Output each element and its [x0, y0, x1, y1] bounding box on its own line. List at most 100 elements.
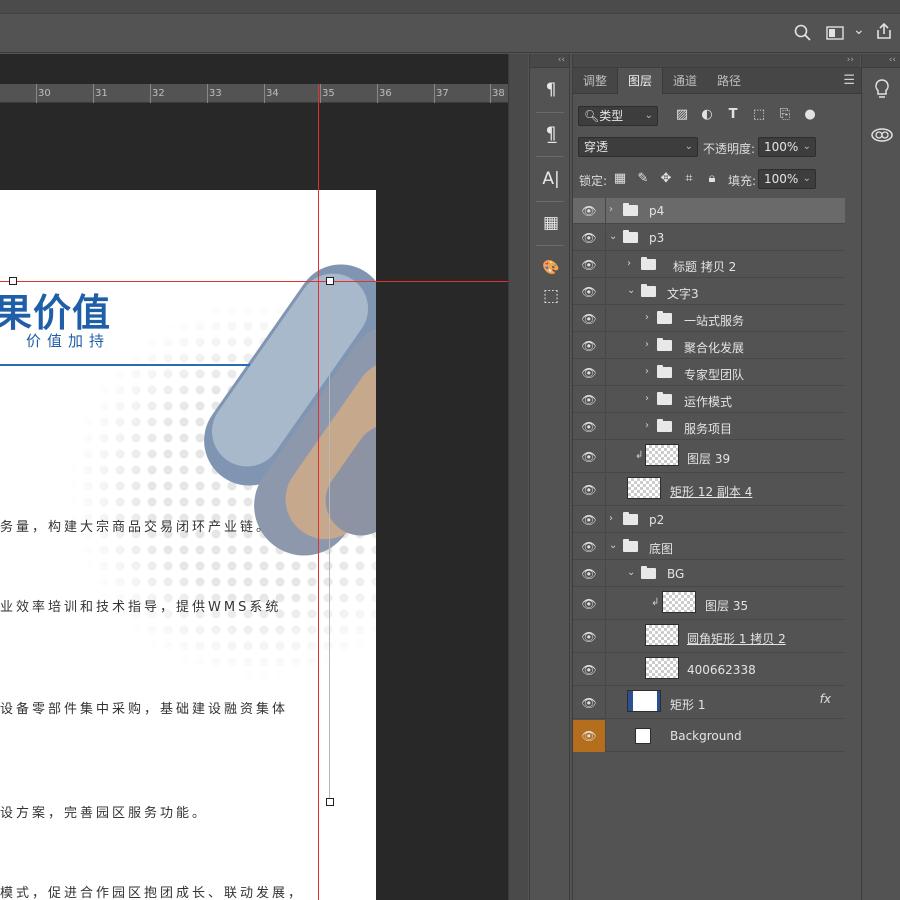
transform-bounding-box[interactable]	[12, 281, 330, 802]
tab-channels[interactable]: 通道	[663, 68, 707, 94]
ruler-tick: 38	[492, 88, 505, 99]
opacity-input[interactable]: 100% ⌄	[758, 137, 816, 157]
layer-row[interactable]: 👁︎ 400662338	[573, 654, 845, 686]
share-icon[interactable]	[875, 22, 893, 43]
paragraph-icon[interactable]: ¶	[538, 78, 564, 102]
visibility-eye-icon[interactable]: 👁︎	[581, 540, 597, 554]
layer-row[interactable]: 👁︎ ⌄ BG	[573, 561, 845, 587]
vertical-scrollbar[interactable]	[508, 54, 528, 900]
pixel-filter-icon[interactable]: ▨	[673, 106, 691, 124]
visibility-eye-icon[interactable]: 👁︎	[581, 231, 597, 245]
tab-adjustments[interactable]: 调整	[573, 68, 617, 94]
chevron-down-icon[interactable]: ⌄	[609, 231, 617, 242]
paragraph-styles-icon[interactable]: ¶̲	[538, 122, 564, 146]
layer-row[interactable]: 👁︎ › p4	[573, 198, 845, 224]
layer-row[interactable]: 👁︎ 矩形 1 fx	[573, 687, 845, 719]
layer-row[interactable]: 👁︎ ↲ 图层 39	[573, 441, 845, 473]
layers-panel: ›› 调整 图层 通道 路径 ☰ 🔍︎类型 ⌄ ▨ ◐ T ⬚ ⎘ ● 穿透 ⌄ 不…	[572, 54, 861, 900]
divider	[536, 112, 564, 113]
lock-transparent-icon[interactable]: ▦	[611, 170, 629, 188]
transform-handle[interactable]	[326, 277, 334, 285]
visibility-eye-icon[interactable]: 👁︎	[581, 204, 597, 218]
lock-move-icon[interactable]: ✥	[657, 170, 675, 188]
ruler-tick-line	[434, 84, 435, 103]
chevron-right-icon[interactable]: ›	[645, 420, 649, 431]
layer-row[interactable]: 👁︎ › 专家型团队	[573, 360, 845, 386]
chevron-right-icon[interactable]: ›	[645, 339, 649, 350]
visibility-eye-icon[interactable]: 👁︎	[581, 663, 597, 677]
chevron-down-icon[interactable]: ⌄	[627, 567, 635, 578]
visibility-eye-icon[interactable]: 👁︎	[581, 483, 597, 497]
layer-row[interactable]: 👁︎ ⌄ p3	[573, 225, 845, 251]
palette-icon[interactable]: 🎨	[538, 256, 564, 280]
layer-filter-select[interactable]: 🔍︎类型 ⌄	[578, 106, 658, 126]
chevron-right-icon[interactable]: ›	[645, 312, 649, 323]
lock-artboard-icon[interactable]: ⌗	[680, 170, 698, 188]
visibility-eye-icon[interactable]: 👁︎	[581, 339, 597, 353]
filter-toggle-icon[interactable]: ●	[801, 106, 819, 124]
visibility-eye-icon[interactable]: 👁︎	[581, 312, 597, 326]
visibility-eye-icon[interactable]: 👁︎	[581, 597, 597, 611]
visibility-eye-icon[interactable]: 👁︎	[573, 720, 605, 752]
chevron-down-icon[interactable]: ⌄	[627, 285, 635, 296]
panel-collapse-arrows[interactable]: ‹‹	[862, 54, 900, 68]
layer-row[interactable]: 👁︎ ⌄ 文字3	[573, 279, 845, 305]
shape-filter-icon[interactable]: ⬚	[750, 106, 768, 124]
folder-icon	[641, 284, 656, 297]
layer-row[interactable]: 👁︎ › 标题 拷贝 2	[573, 252, 845, 278]
panel-collapse-arrows[interactable]: ‹‹	[530, 54, 569, 68]
visibility-eye-icon[interactable]: 👁︎	[581, 285, 597, 299]
search-icon[interactable]	[794, 24, 811, 44]
cube-icon[interactable]: ⬚	[538, 284, 564, 308]
tab-layers[interactable]: 图层	[617, 68, 663, 94]
layer-row[interactable]: 👁︎ ↲ 图层 35	[573, 588, 845, 620]
fill-input[interactable]: 100% ⌄	[758, 169, 816, 189]
cloud-icon[interactable]	[871, 126, 893, 145]
visibility-eye-icon[interactable]: 👁︎	[581, 366, 597, 380]
layer-row[interactable]: 👁︎ 矩形 12 副本 4	[573, 474, 845, 506]
chevron-down-icon[interactable]: ⌄	[609, 540, 617, 551]
layer-row[interactable]: 👁︎ › 一站式服务	[573, 306, 845, 332]
layer-row[interactable]: 👁︎ › 运作模式	[573, 387, 845, 413]
panel-menu-icon[interactable]: ☰	[843, 68, 855, 94]
panel-collapse-arrows[interactable]: ››	[573, 54, 860, 68]
transform-handle[interactable]	[326, 798, 334, 806]
layer-row[interactable]: 👁︎ › p2	[573, 507, 845, 533]
divider	[605, 360, 606, 385]
lock-all-icon[interactable]: 🔒︎	[703, 170, 721, 188]
smart-object-filter-icon[interactable]: ⎘	[776, 106, 794, 124]
lightbulb-icon[interactable]	[873, 78, 891, 103]
layer-row[interactable]: 👁︎ › 服务项目	[573, 414, 845, 440]
chevron-right-icon[interactable]: ›	[627, 258, 631, 269]
layer-row[interactable]: 👁︎ 圆角矩形 1 拷贝 2	[573, 621, 845, 653]
layer-row[interactable]: 👁︎ ⌄ 底图	[573, 534, 845, 560]
grid-icon[interactable]: ▦	[538, 211, 564, 235]
visibility-eye-icon[interactable]: 👁︎	[581, 420, 597, 434]
chevron-down-icon[interactable]: ⌄	[853, 22, 865, 38]
lock-brush-icon[interactable]: ✎	[634, 170, 652, 188]
chevron-right-icon[interactable]: ›	[609, 513, 613, 524]
chevron-right-icon[interactable]: ›	[645, 366, 649, 377]
layer-effects-icon[interactable]: fx	[820, 692, 831, 706]
visibility-eye-icon[interactable]: 👁︎	[581, 513, 597, 527]
visibility-eye-icon[interactable]: 👁︎	[581, 567, 597, 581]
workspace-icon[interactable]	[826, 26, 844, 43]
horizontal-ruler[interactable]: 30 31 32 33 34 35 36 37 38	[0, 84, 508, 103]
character-icon[interactable]: A|	[538, 167, 564, 191]
visibility-eye-icon[interactable]: 👁︎	[581, 450, 597, 464]
chevron-down-icon: ⌄	[802, 141, 811, 152]
layer-row[interactable]: 👁︎ › 聚合化发展	[573, 333, 845, 359]
chevron-right-icon[interactable]: ›	[609, 204, 613, 215]
layer-row[interactable]: 👁︎ Background	[573, 720, 845, 752]
visibility-eye-icon[interactable]: 👁︎	[581, 258, 597, 272]
transform-handle[interactable]	[9, 277, 17, 285]
blend-mode-select[interactable]: 穿透 ⌄	[578, 137, 698, 157]
visibility-eye-icon[interactable]: 👁︎	[581, 393, 597, 407]
visibility-eye-icon[interactable]: 👁︎	[581, 696, 597, 710]
chevron-right-icon[interactable]: ›	[645, 393, 649, 404]
tab-paths[interactable]: 路径	[707, 68, 751, 94]
visibility-eye-icon[interactable]: 👁︎	[581, 630, 597, 644]
ruler-tick: 37	[436, 88, 449, 99]
type-filter-icon[interactable]: T	[724, 106, 742, 124]
adjustment-filter-icon[interactable]: ◐	[698, 106, 716, 124]
